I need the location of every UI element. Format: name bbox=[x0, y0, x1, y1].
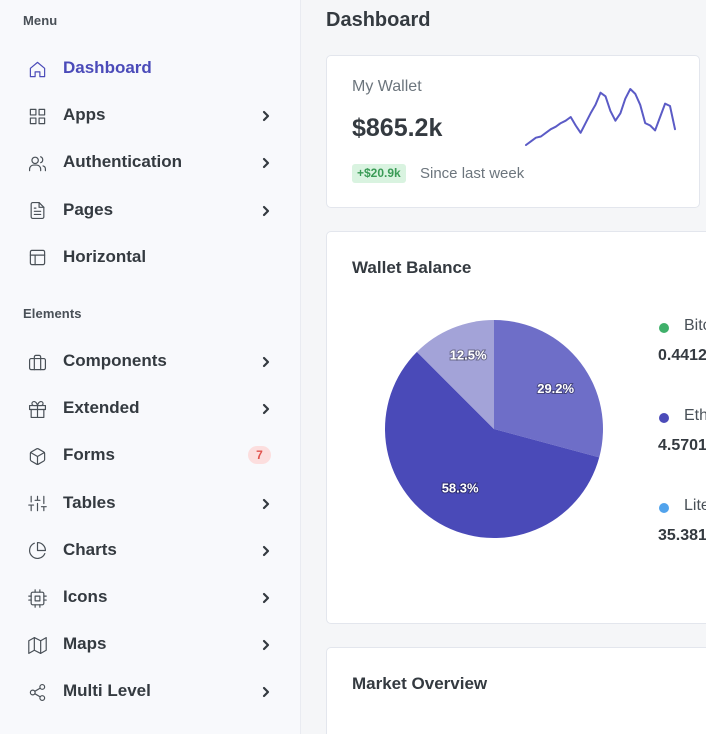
file-text-icon bbox=[27, 201, 47, 221]
pie-chart-icon bbox=[27, 541, 47, 561]
legend-dot-icon bbox=[659, 413, 669, 423]
sidebar-item-label: Components bbox=[63, 351, 167, 370]
briefcase-icon bbox=[27, 352, 47, 372]
chevron-right-icon bbox=[260, 638, 272, 651]
sidebar-item-label: Multi Level bbox=[63, 681, 151, 701]
sidebar-item-horizontal[interactable]: Horizontal bbox=[0, 237, 300, 277]
sidebar-item-label: Dashboard bbox=[63, 58, 152, 77]
wallet-value: $865.2k bbox=[352, 114, 443, 142]
market-overview-title: Market Overview bbox=[352, 674, 488, 693]
sidebar-item-forms[interactable]: Forms 7 bbox=[0, 435, 300, 475]
sidebar-item-maps[interactable]: Maps bbox=[0, 624, 300, 664]
sidebar-item-tables[interactable]: Tables bbox=[0, 483, 300, 523]
legend-name: Bitc bbox=[684, 317, 706, 334]
sidebar-item-dashboard[interactable]: Dashboard bbox=[0, 48, 300, 88]
sidebar-item-label: Authentication bbox=[63, 152, 182, 172]
sidebar-item-label: Pages bbox=[63, 199, 114, 219]
wallet-balance-pie-chart: 29.2% 58.3% 12.5% bbox=[384, 320, 603, 538]
sidebar-item-pages[interactable]: Pages bbox=[0, 190, 300, 230]
chevron-right-icon bbox=[260, 685, 272, 698]
legend-dot-icon bbox=[659, 503, 669, 513]
page-title: Dashboard bbox=[326, 9, 431, 31]
sidebar-item-label: Maps bbox=[63, 634, 107, 654]
chevron-right-icon bbox=[260, 109, 272, 122]
sidebar: Menu Dashboard Apps Authentication Pages Hori… bbox=[0, 0, 301, 734]
layout-icon bbox=[27, 248, 47, 268]
sidebar-item-label: Apps bbox=[63, 105, 106, 125]
sidebar-item-components[interactable]: Components bbox=[0, 341, 300, 381]
sidebar-item-label: Extended bbox=[63, 398, 140, 418]
grid-icon bbox=[27, 106, 47, 126]
chevron-right-icon bbox=[260, 544, 272, 556]
sidebar-item-label: Horizontal bbox=[63, 246, 147, 266]
wallet-card: My Wallet $865.2k +$20.9k Since last wee… bbox=[326, 55, 700, 208]
sidebar-section-title: Elements bbox=[23, 306, 82, 321]
market-overview-card: Market Overview bbox=[326, 647, 706, 734]
wallet-since-text: Since last week bbox=[420, 165, 525, 182]
sidebar-item-multi-level[interactable]: Multi Level bbox=[0, 671, 300, 711]
sidebar-item-authentication[interactable]: Authentication bbox=[0, 142, 300, 182]
users-icon bbox=[27, 153, 47, 173]
pie-data-label: 29.2% bbox=[537, 381, 574, 396]
sidebar-item-apps[interactable]: Apps bbox=[0, 95, 300, 135]
sidebar-item-label: Icons bbox=[63, 587, 108, 606]
chevron-right-icon bbox=[260, 156, 272, 169]
legend-dot-icon bbox=[659, 323, 669, 333]
wallet-balance-title: Wallet Balance bbox=[352, 258, 472, 277]
wallet-balance-card: Wallet Balance 29.2% 58.3% 12.5% Bitc 0.441… bbox=[326, 231, 706, 624]
share-icon bbox=[27, 682, 47, 702]
legend-value: 35.381 bbox=[658, 527, 706, 544]
legend-name: Eth bbox=[684, 407, 706, 424]
box-icon bbox=[27, 446, 47, 466]
cpu-icon bbox=[27, 588, 47, 608]
wallet-sparkline bbox=[525, 88, 676, 146]
wallet-delta-badge: +$20.9k bbox=[352, 164, 406, 183]
sidebar-item-label: Forms bbox=[63, 445, 115, 465]
sidebar-item-charts[interactable]: Charts bbox=[0, 530, 300, 570]
wallet-label: My Wallet bbox=[352, 78, 422, 95]
gift-icon bbox=[27, 399, 47, 419]
forms-count-badge: 7 bbox=[248, 446, 271, 465]
chevron-right-icon bbox=[260, 497, 272, 509]
pie-data-label: 12.5% bbox=[450, 348, 487, 363]
sidebar-section-title: Menu bbox=[23, 13, 58, 28]
home-icon bbox=[27, 59, 47, 79]
sidebar-item-icons[interactable]: Icons bbox=[0, 577, 300, 617]
legend-name: Lite bbox=[684, 497, 706, 514]
sidebar-item-extended[interactable]: Extended bbox=[0, 388, 300, 428]
map-icon bbox=[27, 635, 47, 655]
sparkline-series-line bbox=[525, 88, 676, 146]
pie-data-label: 58.3% bbox=[442, 480, 479, 495]
chevron-right-icon bbox=[260, 355, 272, 368]
sliders-icon bbox=[27, 494, 47, 514]
legend-value: 4.5701 bbox=[658, 437, 706, 454]
sidebar-item-label: Tables bbox=[63, 492, 116, 512]
chevron-right-icon bbox=[260, 204, 272, 216]
chevron-right-icon bbox=[260, 591, 272, 604]
legend-value: 0.4412 bbox=[658, 347, 706, 364]
chevron-right-icon bbox=[260, 402, 272, 415]
sidebar-item-label: Charts bbox=[63, 539, 117, 559]
